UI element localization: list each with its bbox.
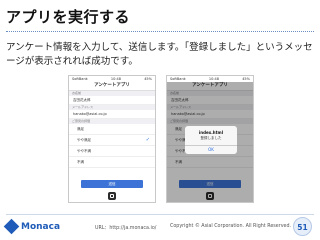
option-dissatisfied[interactable]: 不満: [69, 157, 155, 168]
checkmark-icon: ✓: [145, 137, 150, 143]
name-input[interactable]: 吉田花太郎: [69, 96, 155, 105]
alert-message: 登録しました: [200, 136, 222, 140]
monaca-logo: Monaca: [3, 218, 61, 235]
alert-title: index.html: [198, 130, 224, 135]
footer-copyright: Copyright © Asial Corporation. All Right…: [170, 224, 292, 229]
footer: Monaca URL：http://ja.monaca.io/ Copyrigh…: [0, 214, 320, 240]
title-divider: [6, 31, 314, 32]
option-label: やや不満: [77, 149, 91, 153]
option-satisfied[interactable]: 満足: [69, 124, 155, 135]
logo-text: Monaca: [21, 221, 61, 232]
option-somewhat-dissatisfied[interactable]: やや不満: [69, 146, 155, 157]
nav-title: アンケートアプリ: [69, 82, 155, 91]
submit-button[interactable]: 送信: [81, 180, 143, 188]
page-number: 51: [293, 217, 312, 236]
alert-dialog: index.html 登録しました OK: [185, 126, 237, 154]
carrier-text: SoftBank: [72, 77, 88, 81]
option-label: やや満足: [77, 138, 91, 142]
battery-text: 45%: [144, 77, 152, 81]
footer-divider: [6, 214, 314, 215]
monaca-logo-icon: [3, 218, 20, 235]
option-somewhat-satisfied[interactable]: やや満足 ✓: [69, 135, 155, 146]
email-input[interactable]: hanako@asial.co.jp: [69, 110, 155, 119]
option-label: 不満: [77, 160, 84, 164]
alert-ok-button[interactable]: OK: [185, 145, 237, 154]
slide-title: アプリを実行する: [6, 8, 131, 26]
phone-alert-screen: SoftBank 10:48 45% アンケートアプリ お名前 吉田花太郎 メー…: [166, 75, 254, 203]
footer-url: URL：http://ja.monaca.io/: [95, 226, 157, 231]
option-label: 満足: [77, 127, 84, 131]
home-icon[interactable]: [108, 192, 116, 200]
phone-form-screen: SoftBank 10:48 45% アンケートアプリ お名前 吉田花太郎 メー…: [68, 75, 156, 203]
slide-description: アンケート情報を入力して、送信します。「登録しました」というメッセージが表示され…: [6, 42, 313, 67]
